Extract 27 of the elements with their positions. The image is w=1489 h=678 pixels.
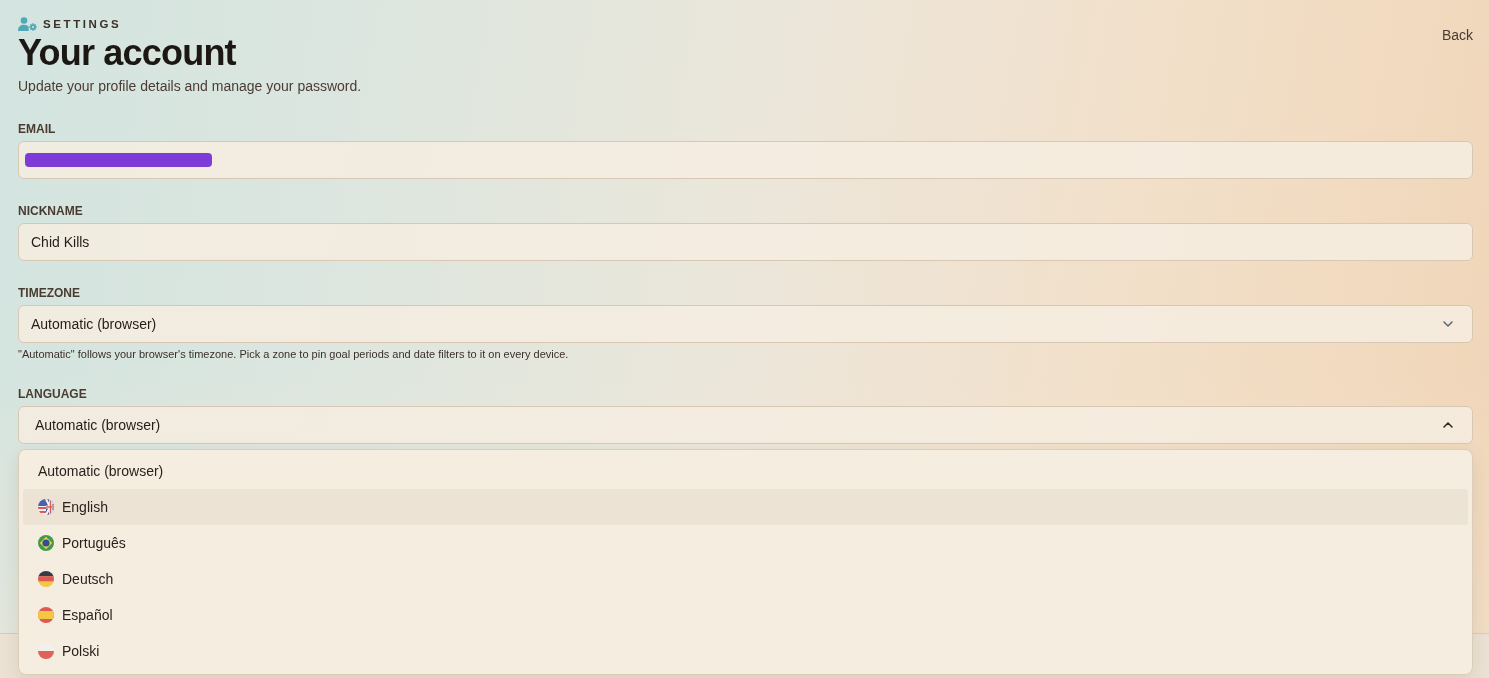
text-field[interactable]: Chid Kills: [18, 223, 1473, 261]
field-label: LANGUAGE: [18, 386, 87, 402]
field-label: TIMEZONE: [18, 285, 80, 301]
poland-flag-icon: [38, 643, 54, 659]
uk-us-flag-icon: [38, 499, 54, 515]
section-label: SETTINGS: [43, 17, 122, 31]
select-field[interactable]: Automatic (browser): [18, 305, 1473, 343]
back-link[interactable]: Back: [1441, 25, 1473, 45]
dropdown-option[interactable]: Português: [23, 525, 1468, 561]
select-field[interactable]: Automatic (browser): [18, 406, 1473, 444]
page-subtitle: Update your profile details and manage your password.: [18, 77, 362, 96]
dropdown-option[interactable]: Polski: [23, 633, 1468, 669]
user-gear-icon: [18, 17, 37, 31]
field-label: EMAIL: [18, 121, 56, 137]
help-text: "Automatic" follows your browser's timezone. Pick a zone to pin goal periods and date filters to it on every device.: [18, 347, 570, 362]
text-field[interactable]: [18, 141, 1473, 179]
chevron-down-icon: [1443, 321, 1453, 327]
page-title: Your account: [18, 33, 237, 73]
field-label: NICKNAME: [18, 203, 83, 219]
dropdown-option[interactable]: Español: [23, 597, 1468, 633]
brazil-flag-icon: [38, 535, 54, 551]
chevron-up-icon: [1443, 422, 1453, 428]
dropdown-option[interactable]: Automatic (browser): [23, 453, 1468, 489]
germany-flag-icon: [38, 571, 54, 587]
spain-flag-icon: [38, 607, 54, 623]
dropdown-option[interactable]: English: [23, 489, 1468, 525]
dropdown-option[interactable]: Deutsch: [23, 561, 1468, 597]
